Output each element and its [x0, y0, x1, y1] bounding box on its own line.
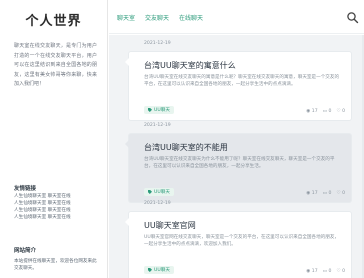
- post-title[interactable]: UU聊天室官网: [144, 220, 341, 231]
- post-meta: ◉ 17 ▭ 0 ♡ 0: [306, 109, 345, 114]
- post-tag[interactable]: UU聊天: [144, 266, 174, 274]
- like-icon[interactable]: ♡: [336, 191, 340, 196]
- post-excerpt: 台湾UU聊天室在线交友聊天为什么不能用了呢？聊天室在线交友聊天，聊天室是一个交友…: [144, 157, 335, 169]
- likes-count: 0: [342, 269, 345, 274]
- post-excerpt: UU聊天室官网在线交友聊天，聊天室是一个交友的平台，在这里可以认识来自全国各地的…: [144, 235, 340, 247]
- post-meta: ◉ 17 ▭ 0 ♡ 0: [306, 191, 345, 196]
- post-card[interactable]: UU聊天室官网 UU聊天室官网在线交友聊天，聊天室是一个交友的平台，在这里可以认…: [125, 212, 351, 278]
- search-icon[interactable]: [346, 11, 359, 24]
- tag-icon: [148, 190, 152, 194]
- site-about: 聊天室在线交友聊天，是专门为用户打造的一个在线交友聊天平台，用户可以在这里结识到…: [14, 43, 97, 88]
- comments-count: 0: [328, 191, 332, 196]
- post-excerpt: 台湾UU聊天室在线交友聊天的寓意是什么呢？聊天室在线交友聊天的寓意，聊天室是一个…: [144, 75, 340, 87]
- post-tag-label: UU聊天: [154, 190, 170, 195]
- friend-link[interactable]: 人生仙境聊天室 聊天室在线: [14, 193, 100, 200]
- friend-links: 人生仙境聊天室 聊天室在线 人生仙境聊天室 聊天室在线 人生仙境聊天室 聊天室在…: [14, 193, 100, 221]
- comment-icon[interactable]: ▭: [323, 269, 327, 274]
- like-icon[interactable]: ♡: [336, 109, 340, 114]
- friend-link[interactable]: 人生仙境聊天室 聊天室在线: [14, 214, 100, 221]
- like-icon[interactable]: ♡: [336, 269, 340, 274]
- comment-icon[interactable]: ▭: [323, 191, 327, 196]
- eye-icon: ◉: [306, 269, 311, 274]
- nav-item[interactable]: 聊天室: [117, 13, 135, 22]
- comments-count: 0: [328, 269, 332, 274]
- friend-link[interactable]: 人生仙境聊天室 聊天室在线: [14, 207, 100, 214]
- post-title[interactable]: 台湾UU聊天室的不能用: [144, 142, 341, 153]
- tag-icon: [148, 108, 152, 112]
- views-count: 17: [311, 109, 318, 114]
- comments-count: 0: [328, 109, 332, 114]
- post-tag[interactable]: UU聊天: [144, 106, 174, 114]
- likes-count: 0: [342, 191, 345, 196]
- eye-icon: ◉: [306, 191, 311, 196]
- site-brand[interactable]: 个人世界: [0, 0, 107, 38]
- tag-icon: [148, 268, 152, 272]
- site-desc: 本站提供在线聊天室，欢迎各位网友来此交友聊天。: [14, 259, 97, 271]
- nav-menu: 聊天室 交友聊天 在线聊天: [117, 13, 203, 22]
- desc-title: 网站简介: [14, 248, 37, 254]
- sidebar: 个人世界 聊天室在线交友聊天，是专门为用户打造的一个在线交友聊天平台，用户可以在…: [0, 0, 108, 278]
- post-date: 2021-12-19: [144, 41, 171, 46]
- post-tag-label: UU聊天: [154, 268, 170, 273]
- views-count: 17: [311, 191, 318, 196]
- post-card[interactable]: 台湾UU聊天室的不能用 台湾UU聊天室在线交友聊天为什么不能用了呢？聊天室在线交…: [125, 134, 351, 202]
- post-date: 2021-12-19: [144, 201, 171, 206]
- post-card[interactable]: 台湾UU聊天室的寓意什么 台湾UU聊天室在线交友聊天的寓意是什么呢？聊天室在线交…: [125, 52, 351, 120]
- post-item: 2021-12-19 台湾UU聊天室的寓意什么 台湾UU聊天室在线交友聊天的寓意…: [125, 41, 351, 120]
- views-count: 17: [311, 269, 318, 274]
- post-tag-label: UU聊天: [154, 108, 170, 113]
- post-item: 2021-12-19 台湾UU聊天室的不能用 台湾UU聊天室在线交友聊天为什么不…: [125, 123, 351, 202]
- site-title[interactable]: 个人世界: [25, 10, 81, 29]
- nav-item[interactable]: 在线聊天: [179, 13, 203, 22]
- post-tag[interactable]: UU聊天: [144, 188, 174, 196]
- nav-item[interactable]: 交友聊天: [145, 13, 169, 22]
- comment-icon[interactable]: ▭: [323, 109, 327, 114]
- links-title: 友情链接: [14, 186, 37, 192]
- friend-link[interactable]: 人生仙境聊天室 聊天室在线: [14, 200, 100, 207]
- post-date: 2021-12-19: [144, 123, 171, 128]
- top-nav: 聊天室 交友聊天 在线聊天: [109, 0, 364, 34]
- post-title[interactable]: 台湾UU聊天室的寓意什么: [144, 60, 341, 71]
- post-item: 2021-12-19 UU聊天室官网 UU聊天室官网在线交友聊天，聊天室是一个交…: [125, 201, 351, 278]
- post-meta: ◉ 17 ▭ 0 ♡ 0: [306, 269, 345, 274]
- likes-count: 0: [342, 109, 345, 114]
- post-feed: 2021-12-19 台湾UU聊天室的寓意什么 台湾UU聊天室在线交友聊天的寓意…: [109, 35, 364, 278]
- eye-icon: ◉: [306, 109, 311, 114]
